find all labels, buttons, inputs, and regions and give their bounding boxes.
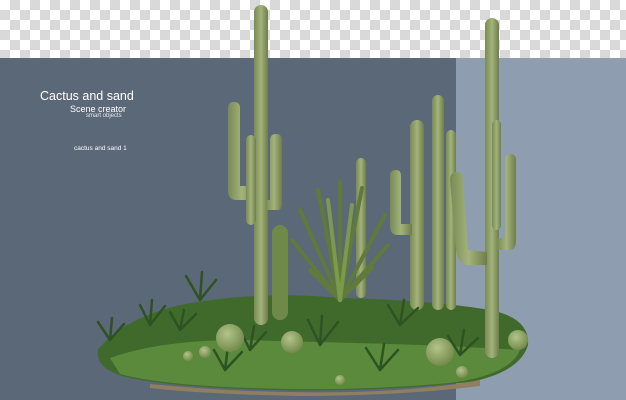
- agave-plant: [290, 180, 390, 302]
- cactus-scene-illustration: [96, 5, 529, 396]
- columnar-cactus: [272, 225, 288, 320]
